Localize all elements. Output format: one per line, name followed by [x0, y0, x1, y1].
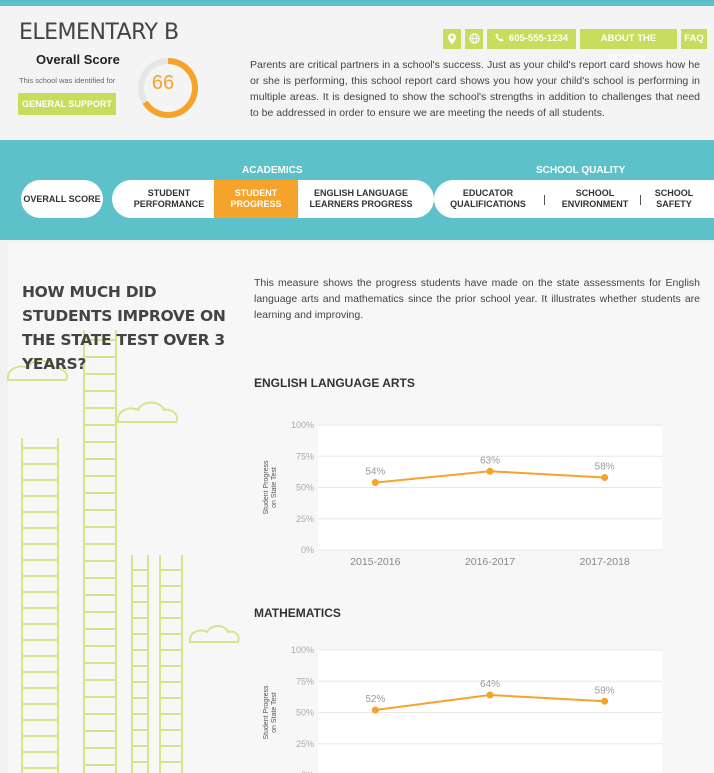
ela-chart: 0% 25% 50% 75% 100% Student Progresson State … — [254, 410, 664, 575]
math-chart: 0%25%50%75%100%Student Progresson State … — [254, 635, 664, 773]
about-school-button[interactable]: ABOUT THE SCHOOL — [580, 29, 677, 64]
location-button[interactable] — [443, 29, 461, 49]
data-label: 58% — [595, 462, 615, 473]
y-tick-label: 25% — [296, 739, 314, 749]
y-tick-label: 100% — [291, 645, 314, 655]
academics-group-title: ACADEMICS — [242, 165, 303, 176]
school-quality-group-title: SCHOOL QUALITY — [536, 165, 626, 176]
y-tick-label: 50% — [296, 483, 314, 493]
y-tick-label: 100% — [291, 420, 314, 430]
math-chart-svg: 0%25%50%75%100%Student Progresson State … — [263, 645, 662, 773]
ela-section-title: ENGLISH LANGUAGE ARTS — [254, 376, 415, 390]
y-tick-label: 25% — [296, 514, 314, 524]
globe-icon — [468, 33, 480, 44]
phone-icon — [495, 33, 504, 42]
y-tick-label: 75% — [296, 451, 314, 461]
overall-score-value: 66 — [151, 72, 175, 94]
tab-student-performance[interactable]: STUDENT PERFORMANCE — [124, 180, 214, 218]
nav-separator — [640, 195, 641, 205]
y-axis-label: Student Progresson State Test — [263, 685, 278, 740]
data-label: 63% — [480, 455, 500, 466]
nav-separator — [544, 195, 545, 205]
faq-button[interactable]: FAQ — [681, 29, 707, 49]
tab-student-progress[interactable]: STUDENT PROGRESS — [214, 180, 298, 218]
data-label: 59% — [595, 685, 615, 696]
tab-overall-score[interactable]: OVERALL SCORE — [21, 180, 103, 218]
x-tick-label: 2015-2016 — [350, 556, 400, 568]
data-point — [486, 467, 494, 475]
website-button[interactable] — [465, 29, 483, 49]
y-axis-label: Student Progresson State Test — [263, 460, 278, 515]
y-tick-label: 50% — [296, 708, 314, 718]
overall-score-label: Overall Score — [36, 52, 120, 67]
data-label: 54% — [365, 467, 385, 478]
map-pin-icon — [448, 33, 456, 45]
identified-text: This school was identified for — [19, 76, 116, 85]
y-tick-label: 75% — [296, 676, 314, 686]
plot-area — [318, 650, 662, 773]
tab-ell-progress[interactable]: ENGLISH LANGUAGE LEARNERS PROGRESS — [302, 180, 420, 218]
data-point — [371, 706, 379, 714]
x-tick-label: 2017-2018 — [580, 556, 630, 568]
general-support-button[interactable]: GENERAL SUPPORT — [18, 93, 116, 115]
math-section-title: MATHEMATICS — [254, 606, 341, 620]
data-point — [601, 474, 609, 481]
tab-school-environment[interactable]: SCHOOL ENVIRONMENT — [555, 180, 635, 218]
tab-school-safety[interactable]: SCHOOL SAFETY — [648, 180, 700, 218]
ladders-clouds-illustration — [7, 330, 240, 773]
data-label: 52% — [365, 694, 385, 705]
ela-chart-svg: 0% 25% 50% 75% 100% Student Progresson State … — [263, 420, 662, 568]
phone-button[interactable]: 605-555-1234 — [487, 29, 576, 49]
y-tick-label: 0% — [301, 545, 314, 555]
page-question-heading: HOW MUCH DID STUDENTS IMPROVE ON THE STA… — [22, 283, 226, 373]
measure-description: This measure shows the progress students… — [254, 277, 700, 321]
data-point — [371, 479, 379, 486]
phone-number: 605-555-1234 — [508, 33, 569, 44]
tab-educator-qualifications[interactable]: EDUCATOR QUALIFICATIONS — [438, 180, 538, 218]
data-point — [601, 697, 609, 705]
data-label: 64% — [480, 679, 500, 690]
x-tick-label: 2016-2017 — [465, 556, 515, 568]
data-point — [486, 691, 494, 699]
school-name: ELEMENTARY B — [19, 20, 179, 45]
